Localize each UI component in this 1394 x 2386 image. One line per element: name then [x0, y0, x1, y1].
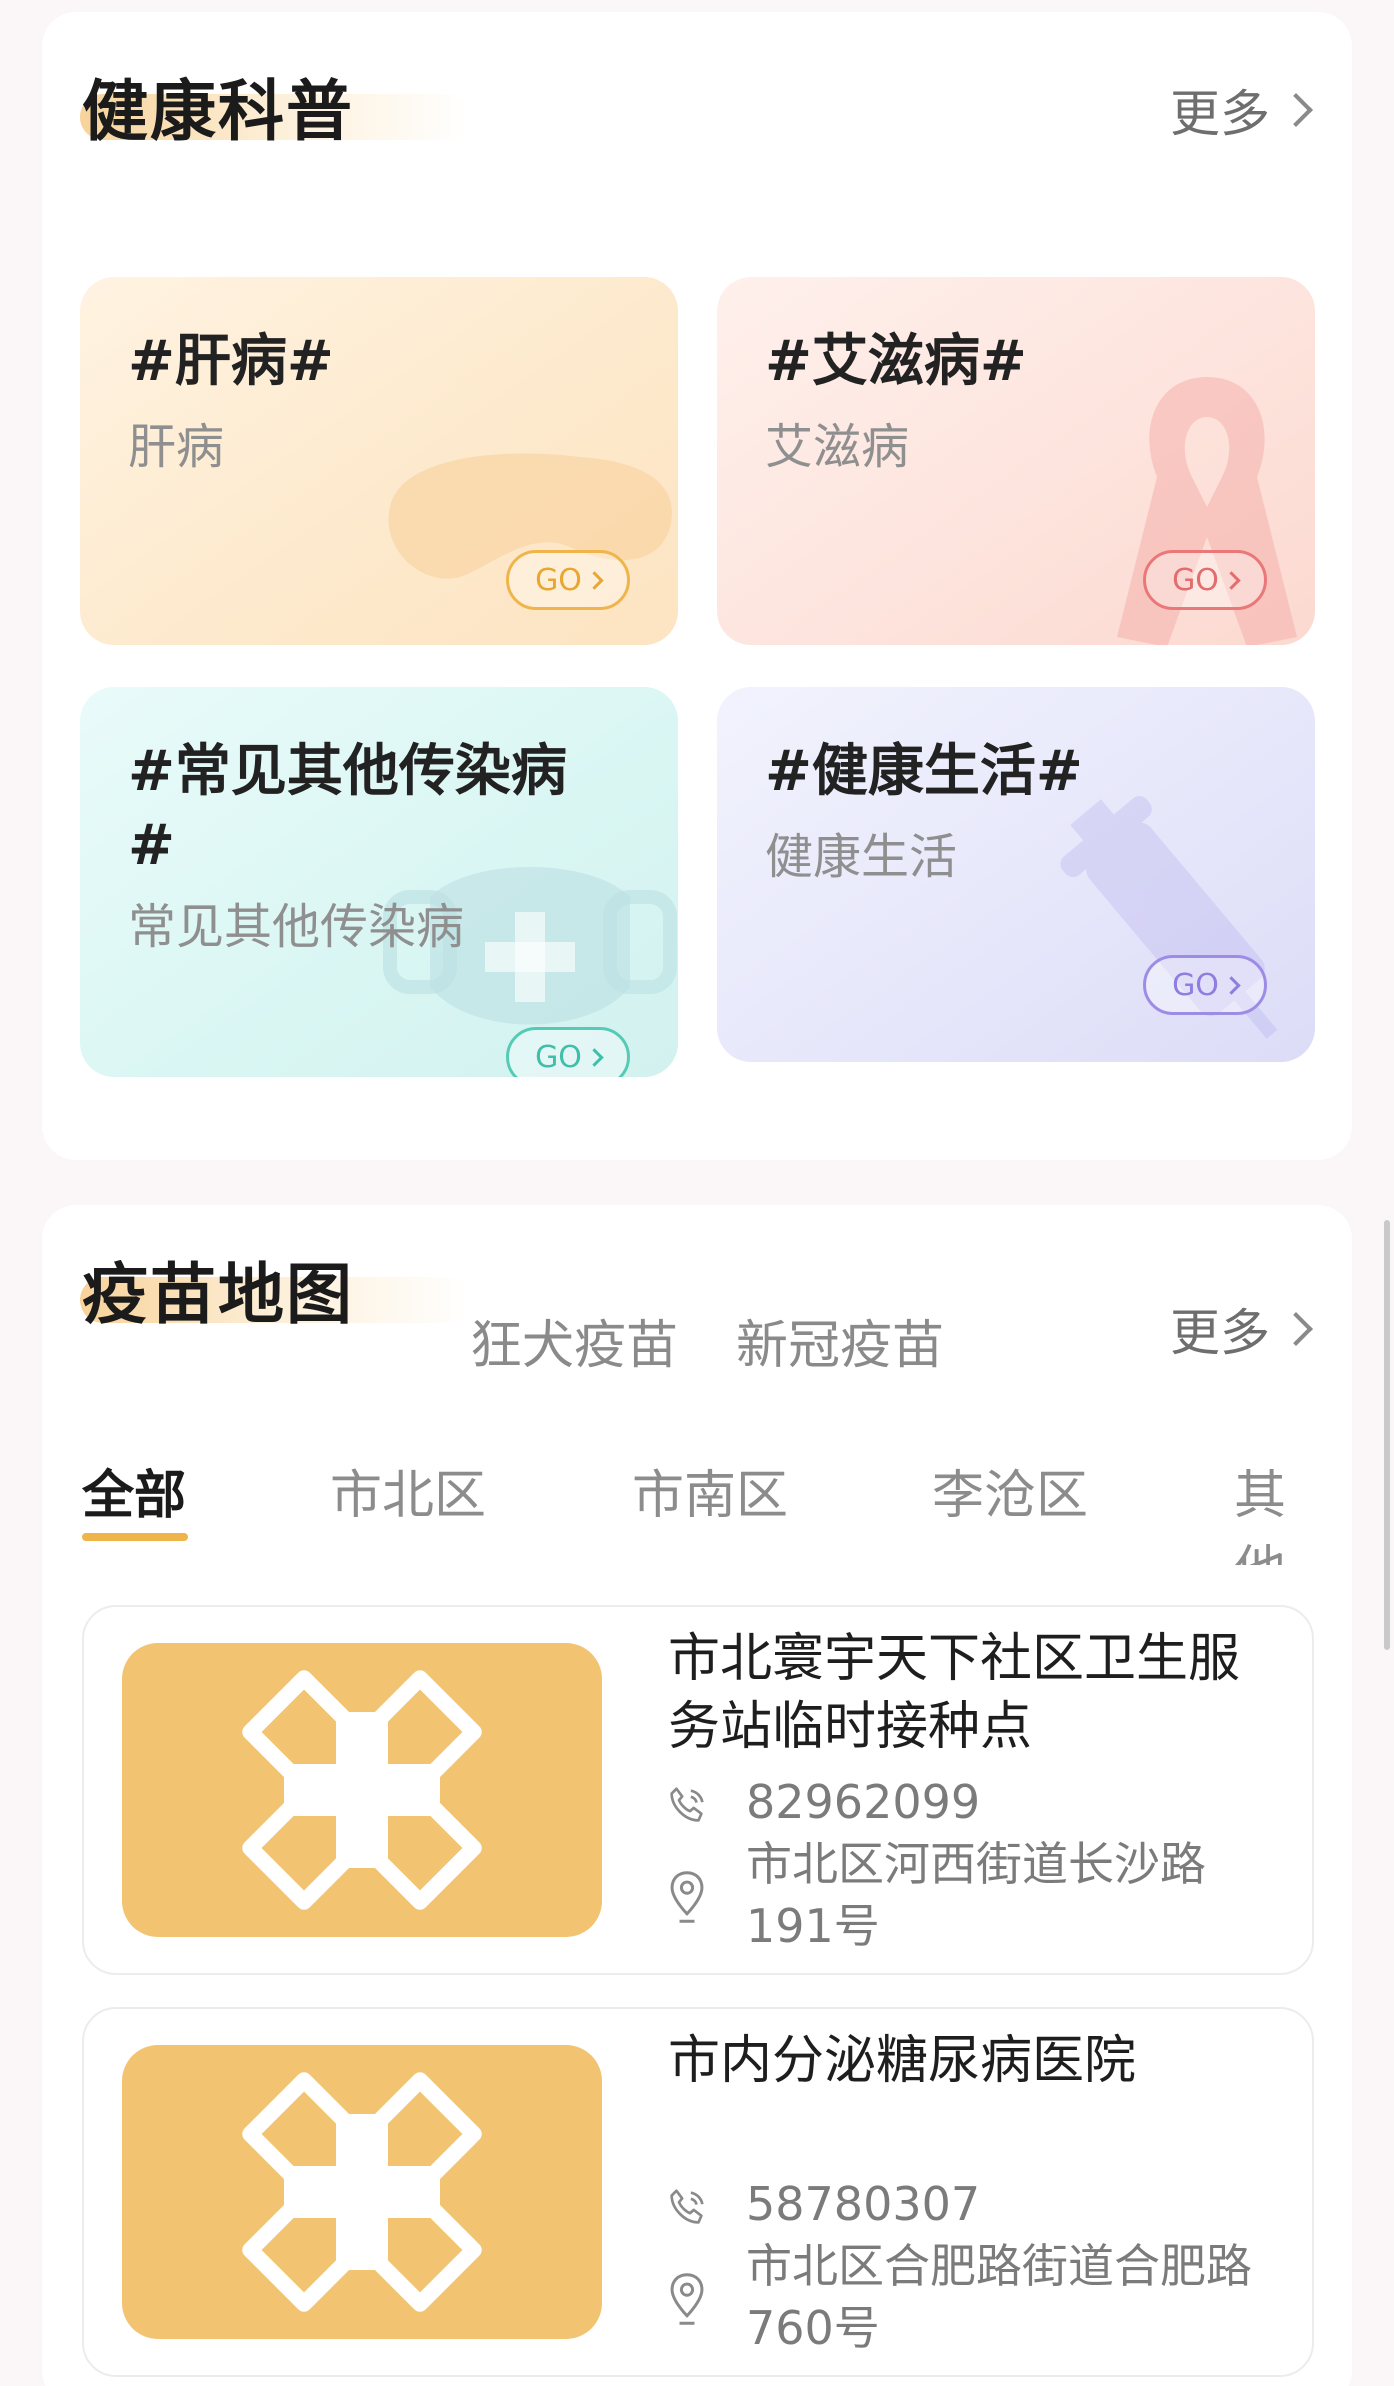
health-science-panel: 健康科普 更多 #肝病# 肝病 GO #艾滋病# 艾滋病 GO #常见其他传染病… [42, 12, 1352, 1160]
topic-tag: #常见其他传染病 # [128, 735, 567, 883]
medical-cross-logo-icon [242, 1670, 482, 1910]
location-pin-icon [670, 1871, 704, 1923]
topic-tag: #肝病# [128, 329, 334, 394]
district-tab-shinan[interactable]: 市南区 [632, 1453, 788, 1528]
chevron-right-icon [1222, 975, 1241, 995]
site-address: 市北区合肥路街道合肥路760号 [746, 2239, 1252, 2355]
topic-card-infectious[interactable]: #常见其他传染病 # 常见其他传染病 GO [80, 687, 678, 1077]
vaccination-site-card[interactable]: 市内分泌糖尿病医院 58780307 市北区合肥路街道合肥路760号 [82, 2007, 1314, 2377]
site-phone[interactable]: 82962099 [746, 1775, 980, 1829]
medical-cross-logo-icon [242, 2072, 482, 2312]
chevron-right-icon [585, 570, 604, 590]
topic-subtitle: 健康生活 [765, 829, 958, 885]
location-pin-icon [670, 2273, 704, 2325]
go-button[interactable]: GO [1143, 955, 1267, 1015]
vaccine-map-title: 疫苗地图 [82, 1256, 354, 1333]
topic-tag: #健康生活# [765, 739, 1083, 804]
site-thumbnail [122, 1643, 602, 1937]
site-address: 市北区河西街道长沙路191号 [746, 1837, 1206, 1953]
district-tab-other[interactable]: 其他 [1234, 1453, 1314, 1565]
go-button[interactable]: GO [1143, 550, 1267, 610]
topic-subtitle: 肝病 [128, 419, 225, 475]
go-label: GO [1172, 562, 1219, 598]
topic-tag-line: # [128, 813, 175, 878]
active-tab-indicator [82, 1533, 188, 1541]
district-tab-all[interactable]: 全部 [82, 1453, 186, 1528]
topic-tag: #艾滋病# [765, 329, 1027, 394]
go-button[interactable]: GO [506, 550, 630, 610]
health-science-title: 健康科普 [82, 73, 354, 150]
go-button[interactable]: GO [506, 1027, 630, 1077]
chevron-right-icon [1222, 570, 1241, 590]
topic-card-liver[interactable]: #肝病# 肝病 GO [80, 277, 678, 645]
phone-icon [670, 1787, 704, 1822]
topic-card-healthy-life[interactable]: #健康生活# 健康生活 GO [717, 687, 1315, 1062]
topic-tag-line: #常见其他传染病 [128, 739, 567, 804]
go-label: GO [535, 1039, 582, 1075]
go-label: GO [1172, 967, 1219, 1003]
scrollbar[interactable] [1384, 1220, 1390, 1650]
more-label: 更多 [1170, 85, 1270, 143]
site-name: 市内分泌糖尿病医院 [668, 2031, 1137, 2091]
page: 健康科普 更多 #肝病# 肝病 GO #艾滋病# 艾滋病 GO #常见其他传染病… [0, 0, 1394, 2386]
chevron-right-icon [585, 1047, 604, 1067]
topic-subtitle: 常见其他传染病 [128, 899, 465, 955]
site-thumbnail [122, 2045, 602, 2339]
site-name: 市北寰宇天下社区卫生服务站临时接种点 [668, 1629, 1241, 1757]
topic-subtitle: 艾滋病 [765, 419, 910, 475]
health-more-link[interactable]: 更多 [1170, 74, 1313, 146]
syringe-icon [1060, 796, 1278, 1039]
vaccination-site-card[interactable]: 市北寰宇天下社区卫生服务站临时接种点 82962099 市北区河西街道长沙路19… [82, 1605, 1314, 1975]
go-label: GO [535, 562, 582, 598]
vaccine-map-panel: 疫苗地图 狂犬疫苗 新冠疫苗 更多 全部 市北区 市南区 李沧区 其他 [42, 1205, 1352, 2386]
district-tab-shibei[interactable]: 市北区 [330, 1453, 486, 1528]
district-tab-licang[interactable]: 李沧区 [932, 1453, 1088, 1528]
site-phone[interactable]: 58780307 [746, 2177, 980, 2231]
phone-icon [670, 2189, 704, 2224]
topic-card-aids[interactable]: #艾滋病# 艾滋病 GO [717, 277, 1315, 645]
chevron-right-icon [1279, 93, 1313, 127]
